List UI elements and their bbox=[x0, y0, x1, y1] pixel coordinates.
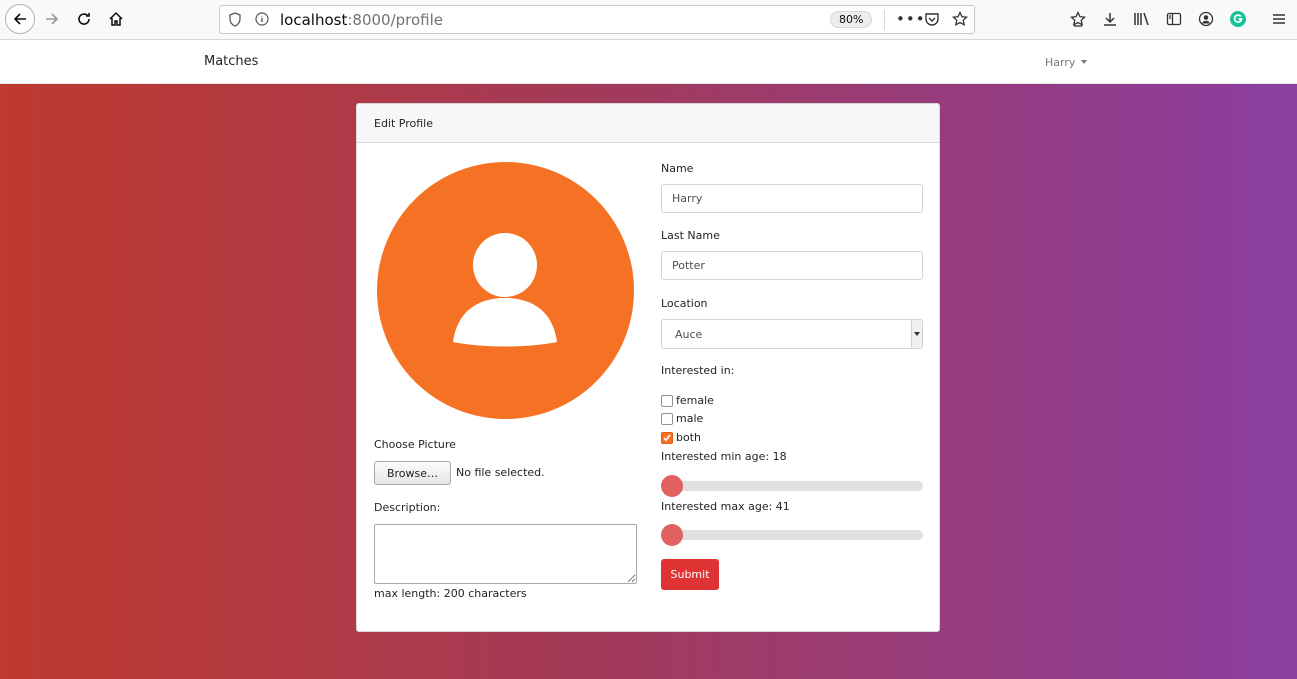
submit-button[interactable]: Submit bbox=[661, 559, 719, 590]
interest-option-male[interactable]: male bbox=[661, 412, 703, 425]
interest-option-female[interactable]: female bbox=[661, 394, 714, 407]
edit-profile-card: Edit Profile Choose Picture Browse… No f… bbox=[356, 103, 940, 632]
caret-down-icon bbox=[1081, 59, 1088, 64]
max-age-label: Interested max age: 41 bbox=[661, 500, 790, 513]
menu-icon[interactable] bbox=[1266, 6, 1292, 32]
user-name: Harry bbox=[1045, 56, 1076, 69]
checkbox-both[interactable] bbox=[661, 431, 673, 444]
min-age-label: Interested min age: 18 bbox=[661, 450, 787, 463]
checkbox-male[interactable] bbox=[661, 412, 673, 425]
min-age-slider-thumb[interactable] bbox=[661, 475, 683, 497]
brand-link[interactable]: Matches bbox=[204, 54, 258, 69]
library-icon[interactable] bbox=[1129, 6, 1155, 32]
url-host: localhost bbox=[280, 11, 348, 29]
back-icon[interactable] bbox=[5, 4, 35, 34]
pocket-icon[interactable] bbox=[924, 12, 940, 30]
browser-toolbar: localhost:8000/profile 80% ••• bbox=[0, 0, 1297, 40]
avatar-placeholder-icon bbox=[377, 162, 634, 419]
bookmark-star-icon[interactable] bbox=[951, 10, 969, 30]
min-age-slider[interactable] bbox=[661, 475, 923, 497]
location-label: Location bbox=[661, 297, 708, 310]
shield-icon[interactable] bbox=[228, 12, 242, 30]
checkbox-label-female: female bbox=[676, 394, 714, 407]
card-header: Edit Profile bbox=[357, 104, 939, 143]
description-hint: max length: 200 characters bbox=[374, 587, 527, 600]
download-icon[interactable] bbox=[1097, 6, 1123, 32]
description-label: Description: bbox=[374, 501, 441, 514]
url-text[interactable]: localhost:8000/profile bbox=[280, 11, 443, 29]
choose-picture-label: Choose Picture bbox=[374, 438, 456, 451]
forward-icon[interactable] bbox=[39, 6, 65, 32]
grammarly-icon[interactable] bbox=[1225, 6, 1251, 32]
max-age-slider-thumb[interactable] bbox=[661, 524, 683, 546]
extensions-icon[interactable] bbox=[1065, 6, 1091, 32]
reload-icon[interactable] bbox=[71, 6, 97, 32]
checkbox-female[interactable] bbox=[661, 394, 673, 407]
description-textarea[interactable] bbox=[374, 524, 637, 584]
user-dropdown[interactable]: Harry bbox=[1045, 56, 1088, 69]
interested-label: Interested in: bbox=[661, 364, 735, 377]
home-icon[interactable] bbox=[103, 6, 129, 32]
last-name-label: Last Name bbox=[661, 229, 720, 242]
url-divider bbox=[884, 10, 885, 30]
location-selected: Auce bbox=[675, 328, 703, 341]
zoom-badge[interactable]: 80% bbox=[830, 11, 873, 28]
url-path: :8000/profile bbox=[347, 11, 444, 29]
checkbox-label-both: both bbox=[676, 431, 701, 444]
dropdown-arrow-icon[interactable] bbox=[911, 320, 922, 348]
info-icon[interactable] bbox=[255, 12, 269, 29]
more-icon[interactable]: ••• bbox=[896, 12, 926, 27]
checkbox-label-male: male bbox=[676, 412, 704, 425]
url-bar[interactable]: localhost:8000/profile 80% ••• bbox=[219, 5, 975, 34]
account-icon[interactable] bbox=[1193, 6, 1219, 32]
last-name-input[interactable]: Potter bbox=[661, 251, 923, 280]
interest-option-both[interactable]: both bbox=[661, 431, 701, 444]
browse-button[interactable]: Browse… bbox=[374, 461, 451, 485]
checkmark-icon bbox=[663, 434, 671, 441]
location-select[interactable]: Auce bbox=[661, 319, 923, 349]
name-input[interactable]: Harry bbox=[661, 184, 923, 213]
max-age-slider[interactable] bbox=[661, 524, 923, 546]
name-label: Name bbox=[661, 162, 694, 175]
app-navbar: Matches Harry bbox=[0, 41, 1297, 84]
sidebar-icon[interactable] bbox=[1161, 6, 1187, 32]
file-status-text: No file selected. bbox=[456, 466, 545, 479]
